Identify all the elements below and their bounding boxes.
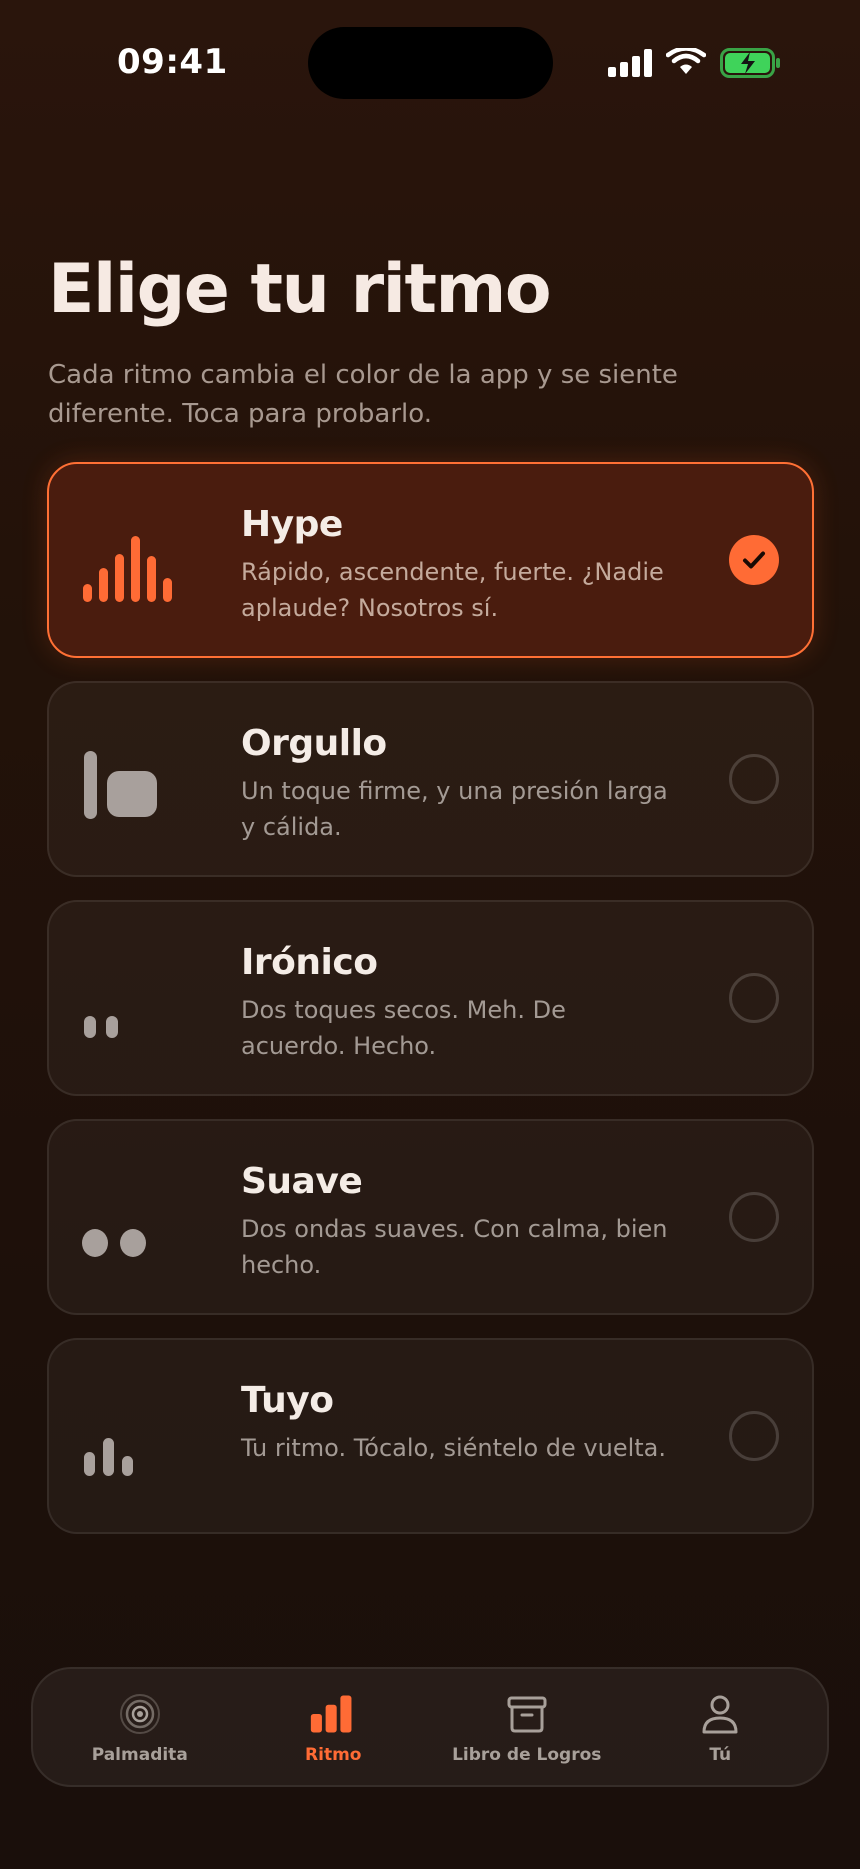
rhythm-description: Rápido, ascendente, fuerte. ¿Nadie aplau… bbox=[241, 558, 664, 622]
rhythm-card-tuyo[interactable]: Tuyo Tu ritmo. Tócalo, siéntelo de vuelt… bbox=[47, 1338, 814, 1534]
two-short-taps-pattern-icon bbox=[75, 942, 185, 1058]
tab-palmadita[interactable]: Palmadita bbox=[45, 1690, 235, 1765]
tab-label: Palmadita bbox=[91, 1744, 188, 1765]
tab-libro-de-logros[interactable]: Libro de Logros bbox=[432, 1690, 622, 1765]
status-time: 09:41 bbox=[117, 42, 228, 82]
rising-bars-pattern-icon bbox=[75, 504, 185, 620]
two-soft-waves-pattern-icon bbox=[75, 1161, 185, 1277]
tab-ritmo[interactable]: Ritmo bbox=[238, 1690, 428, 1765]
archive-box-icon bbox=[503, 1690, 551, 1738]
cellular-signal-icon bbox=[608, 49, 652, 81]
rhythm-card-ironico[interactable]: Irónico Dos toques secos. Meh. De acuerd… bbox=[47, 900, 814, 1096]
custom-bars-pattern-icon bbox=[75, 1380, 185, 1496]
radar-icon bbox=[116, 1690, 164, 1738]
bars-icon bbox=[309, 1690, 357, 1738]
battery-charging-icon bbox=[720, 48, 782, 82]
person-icon bbox=[696, 1690, 744, 1738]
radio-unselected-icon[interactable] bbox=[729, 1192, 779, 1242]
checkmark-icon[interactable] bbox=[729, 535, 779, 585]
tab-label: Libro de Logros bbox=[452, 1744, 602, 1765]
rhythm-name: Hype bbox=[241, 504, 343, 545]
rhythm-card-suave[interactable]: Suave Dos ondas suaves. Con calma, bien … bbox=[47, 1119, 814, 1315]
dynamic-island bbox=[308, 27, 553, 99]
rhythm-name: Irónico bbox=[241, 942, 378, 983]
rhythm-card-orgullo[interactable]: Orgullo Un toque firme, y una presión la… bbox=[47, 681, 814, 877]
page-title: Elige tu ritmo bbox=[48, 250, 552, 329]
rhythm-name: Tuyo bbox=[241, 1380, 334, 1421]
rhythm-description: Tu ritmo. Tócalo, siéntelo de vuelta. bbox=[241, 1434, 667, 1462]
rhythm-card-hype[interactable]: Hype Rápido, ascendente, fuerte. ¿Nadie … bbox=[47, 462, 814, 658]
rhythm-description: Un toque firme, y una presión larga y cá… bbox=[241, 777, 668, 841]
rhythm-name: Suave bbox=[241, 1161, 363, 1202]
tap-and-hold-pattern-icon bbox=[75, 723, 185, 839]
tab-label: Ritmo bbox=[305, 1744, 362, 1765]
rhythm-name: Orgullo bbox=[241, 723, 387, 764]
status-bar: 09:41 bbox=[0, 0, 860, 120]
radio-unselected-icon[interactable] bbox=[729, 1411, 779, 1461]
rhythm-description: Dos toques secos. Meh. De acuerdo. Hecho… bbox=[241, 996, 566, 1060]
tab-label: Tú bbox=[709, 1744, 732, 1765]
status-icons bbox=[608, 46, 782, 82]
radio-unselected-icon[interactable] bbox=[729, 754, 779, 804]
rhythm-description: Dos ondas suaves. Con calma, bien hecho. bbox=[241, 1215, 668, 1279]
rhythm-list: Hype Rápido, ascendente, fuerte. ¿Nadie … bbox=[47, 462, 814, 1557]
wifi-icon bbox=[665, 46, 707, 82]
radio-unselected-icon[interactable] bbox=[729, 973, 779, 1023]
page-subtitle: Cada ritmo cambia el color de la app y s… bbox=[48, 360, 678, 429]
tab-tu[interactable]: Tú bbox=[625, 1690, 815, 1765]
tab-bar: Palmadita Ritmo Libro de Logros Tú bbox=[31, 1667, 829, 1787]
